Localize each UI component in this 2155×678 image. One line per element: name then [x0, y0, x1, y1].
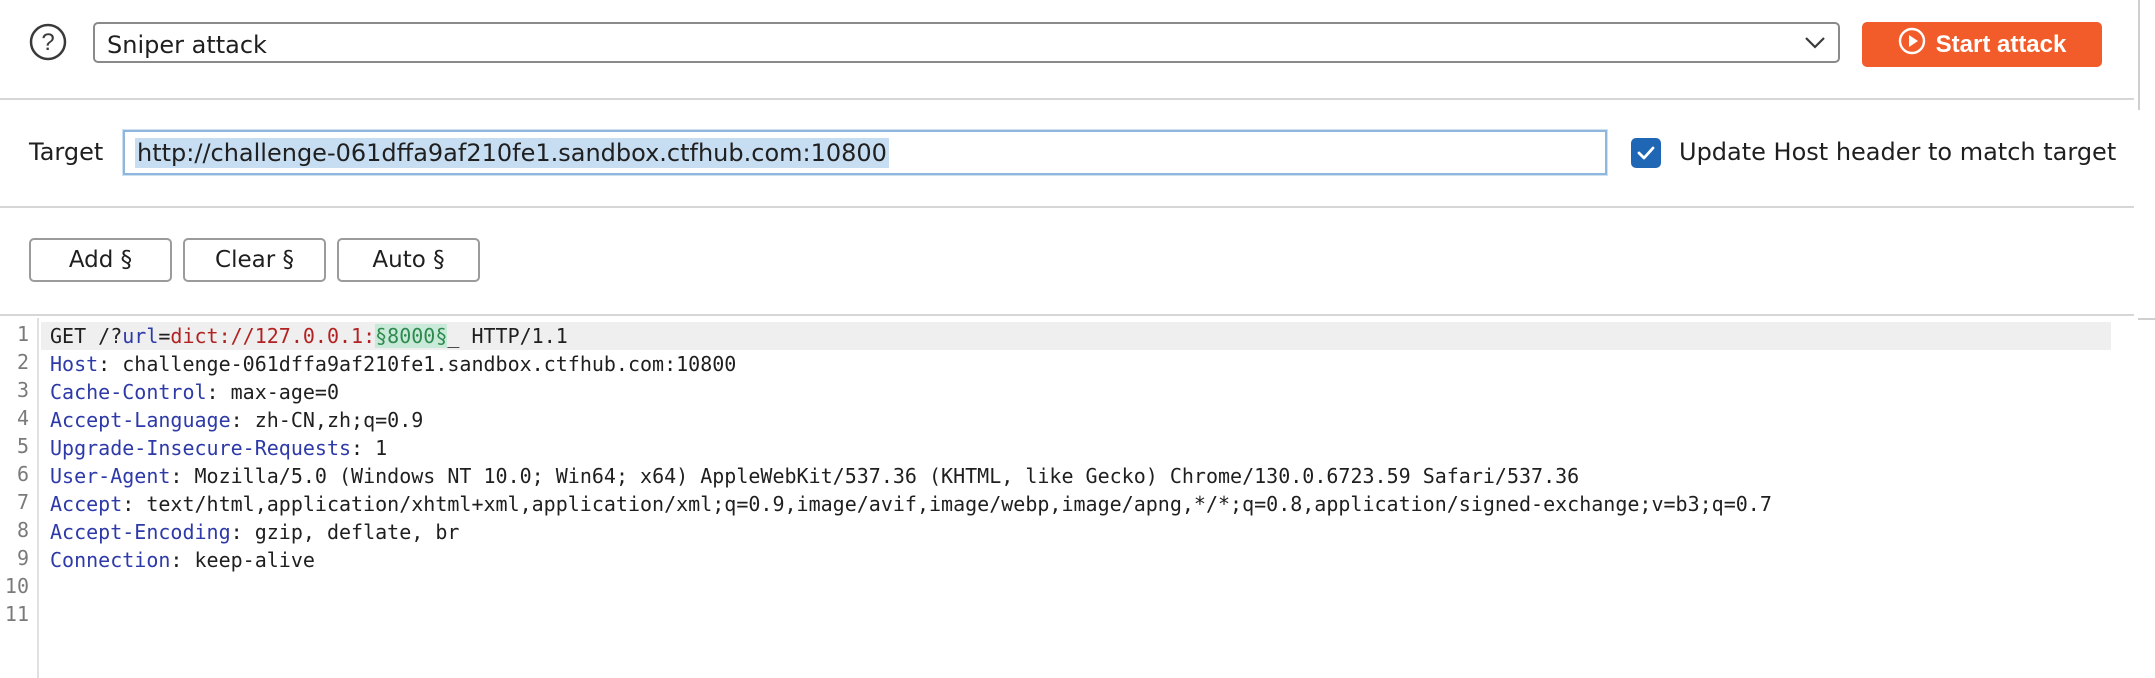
line-number: 8 — [16, 518, 29, 542]
target-url-text: http://challenge-061dffa9af210fe1.sandbo… — [135, 138, 889, 168]
line-number: 3 — [16, 378, 29, 402]
payload-marker[interactable]: §8000§ — [375, 324, 448, 348]
start-attack-label: Start attack — [1935, 30, 2067, 58]
header-value: : zh-CN,zh;q=0.9 — [230, 408, 424, 432]
divider — [0, 98, 2134, 100]
update-host-checkbox[interactable] — [1631, 138, 1661, 168]
line-number: 5 — [16, 434, 29, 458]
header-value: : keep-alive — [170, 548, 315, 572]
attack-type-select[interactable]: Sniper attack — [93, 22, 1840, 63]
clear-markers-button[interactable]: Clear § — [183, 238, 326, 282]
header-name: Upgrade-Insecure-Requests — [50, 436, 352, 460]
line-number: 6 — [16, 462, 29, 486]
target-url-input[interactable]: http://challenge-061dffa9af210fe1.sandbo… — [123, 130, 1607, 175]
add-marker-button[interactable]: Add § — [29, 238, 172, 282]
line-number-gutter: 1 2 3 4 5 6 7 8 9 10 11 — [0, 318, 39, 678]
divider — [0, 314, 2134, 316]
header-name: Accept — [50, 492, 123, 516]
svg-text:?: ? — [41, 29, 54, 56]
line-number: 1 — [16, 322, 29, 346]
header-line[interactable]: Accept-Language: zh-CN,zh;q=0.9 — [50, 406, 423, 434]
line-number: 4 — [16, 406, 29, 430]
line-number: 2 — [16, 350, 29, 374]
header-name: Cache-Control — [50, 380, 207, 404]
header-name: Host — [50, 352, 99, 376]
request-line[interactable]: GET /?url=dict://127.0.0.1:§8000§_ HTTP/… — [50, 322, 568, 350]
header-name: Accept-Encoding — [50, 520, 231, 544]
request-method-path: GET /? — [50, 324, 123, 348]
divider — [2138, 0, 2140, 110]
header-line[interactable]: Host: challenge-061dffa9af210fe1.sandbox… — [50, 350, 736, 378]
header-name: User-Agent — [50, 464, 171, 488]
checkmark-icon — [1637, 146, 1655, 160]
request-line-rest: _ HTTP/1.1 — [447, 324, 568, 348]
play-circle-icon — [1898, 27, 1926, 62]
target-label: Target — [29, 138, 104, 166]
header-value: : max-age=0 — [206, 380, 339, 404]
header-line[interactable]: Accept: text/html,application/xhtml+xml,… — [50, 490, 1772, 518]
header-value: : challenge-061dffa9af210fe1.sandbox.ctf… — [98, 352, 737, 376]
header-line[interactable]: Upgrade-Insecure-Requests: 1 — [50, 434, 387, 462]
chevron-down-icon — [1804, 35, 1826, 51]
divider — [2138, 318, 2155, 320]
auto-markers-button[interactable]: Auto § — [337, 238, 480, 282]
header-value: : gzip, deflate, br — [230, 520, 460, 544]
scrollbar-track[interactable] — [2134, 0, 2155, 678]
header-name: Connection — [50, 548, 171, 572]
help-icon[interactable]: ? — [29, 23, 67, 61]
header-line[interactable]: Accept-Encoding: gzip, deflate, br — [50, 518, 459, 546]
header-name: Accept-Language — [50, 408, 231, 432]
line-number: 7 — [16, 490, 29, 514]
divider — [0, 206, 2134, 208]
query-param-value: dict://127.0.0.1: — [170, 324, 376, 348]
update-host-label[interactable]: Update Host header to match target — [1679, 138, 2116, 166]
start-attack-button[interactable]: Start attack — [1862, 22, 2102, 67]
attack-type-value: Sniper attack — [107, 31, 267, 59]
intruder-panel: ? Sniper attack Start attack Target http… — [0, 0, 2134, 678]
header-line[interactable]: Connection: keep-alive — [50, 546, 315, 574]
header-value: : Mozilla/5.0 (Windows NT 10.0; Win64; x… — [170, 464, 1580, 488]
header-line[interactable]: Cache-Control: max-age=0 — [50, 378, 339, 406]
header-value: : 1 — [351, 436, 388, 460]
header-value: : text/html,application/xhtml+xml,applic… — [122, 492, 1772, 516]
header-line[interactable]: User-Agent: Mozilla/5.0 (Windows NT 10.0… — [50, 462, 1579, 490]
query-param-name: url — [122, 324, 159, 348]
line-number: 9 — [16, 546, 29, 570]
line-number: 10 — [4, 574, 29, 598]
line-number: 11 — [4, 602, 29, 626]
query-equals: = — [158, 324, 171, 348]
request-editor[interactable]: 1 2 3 4 5 6 7 8 9 10 11 GET /?url=dict:/… — [0, 318, 2134, 678]
